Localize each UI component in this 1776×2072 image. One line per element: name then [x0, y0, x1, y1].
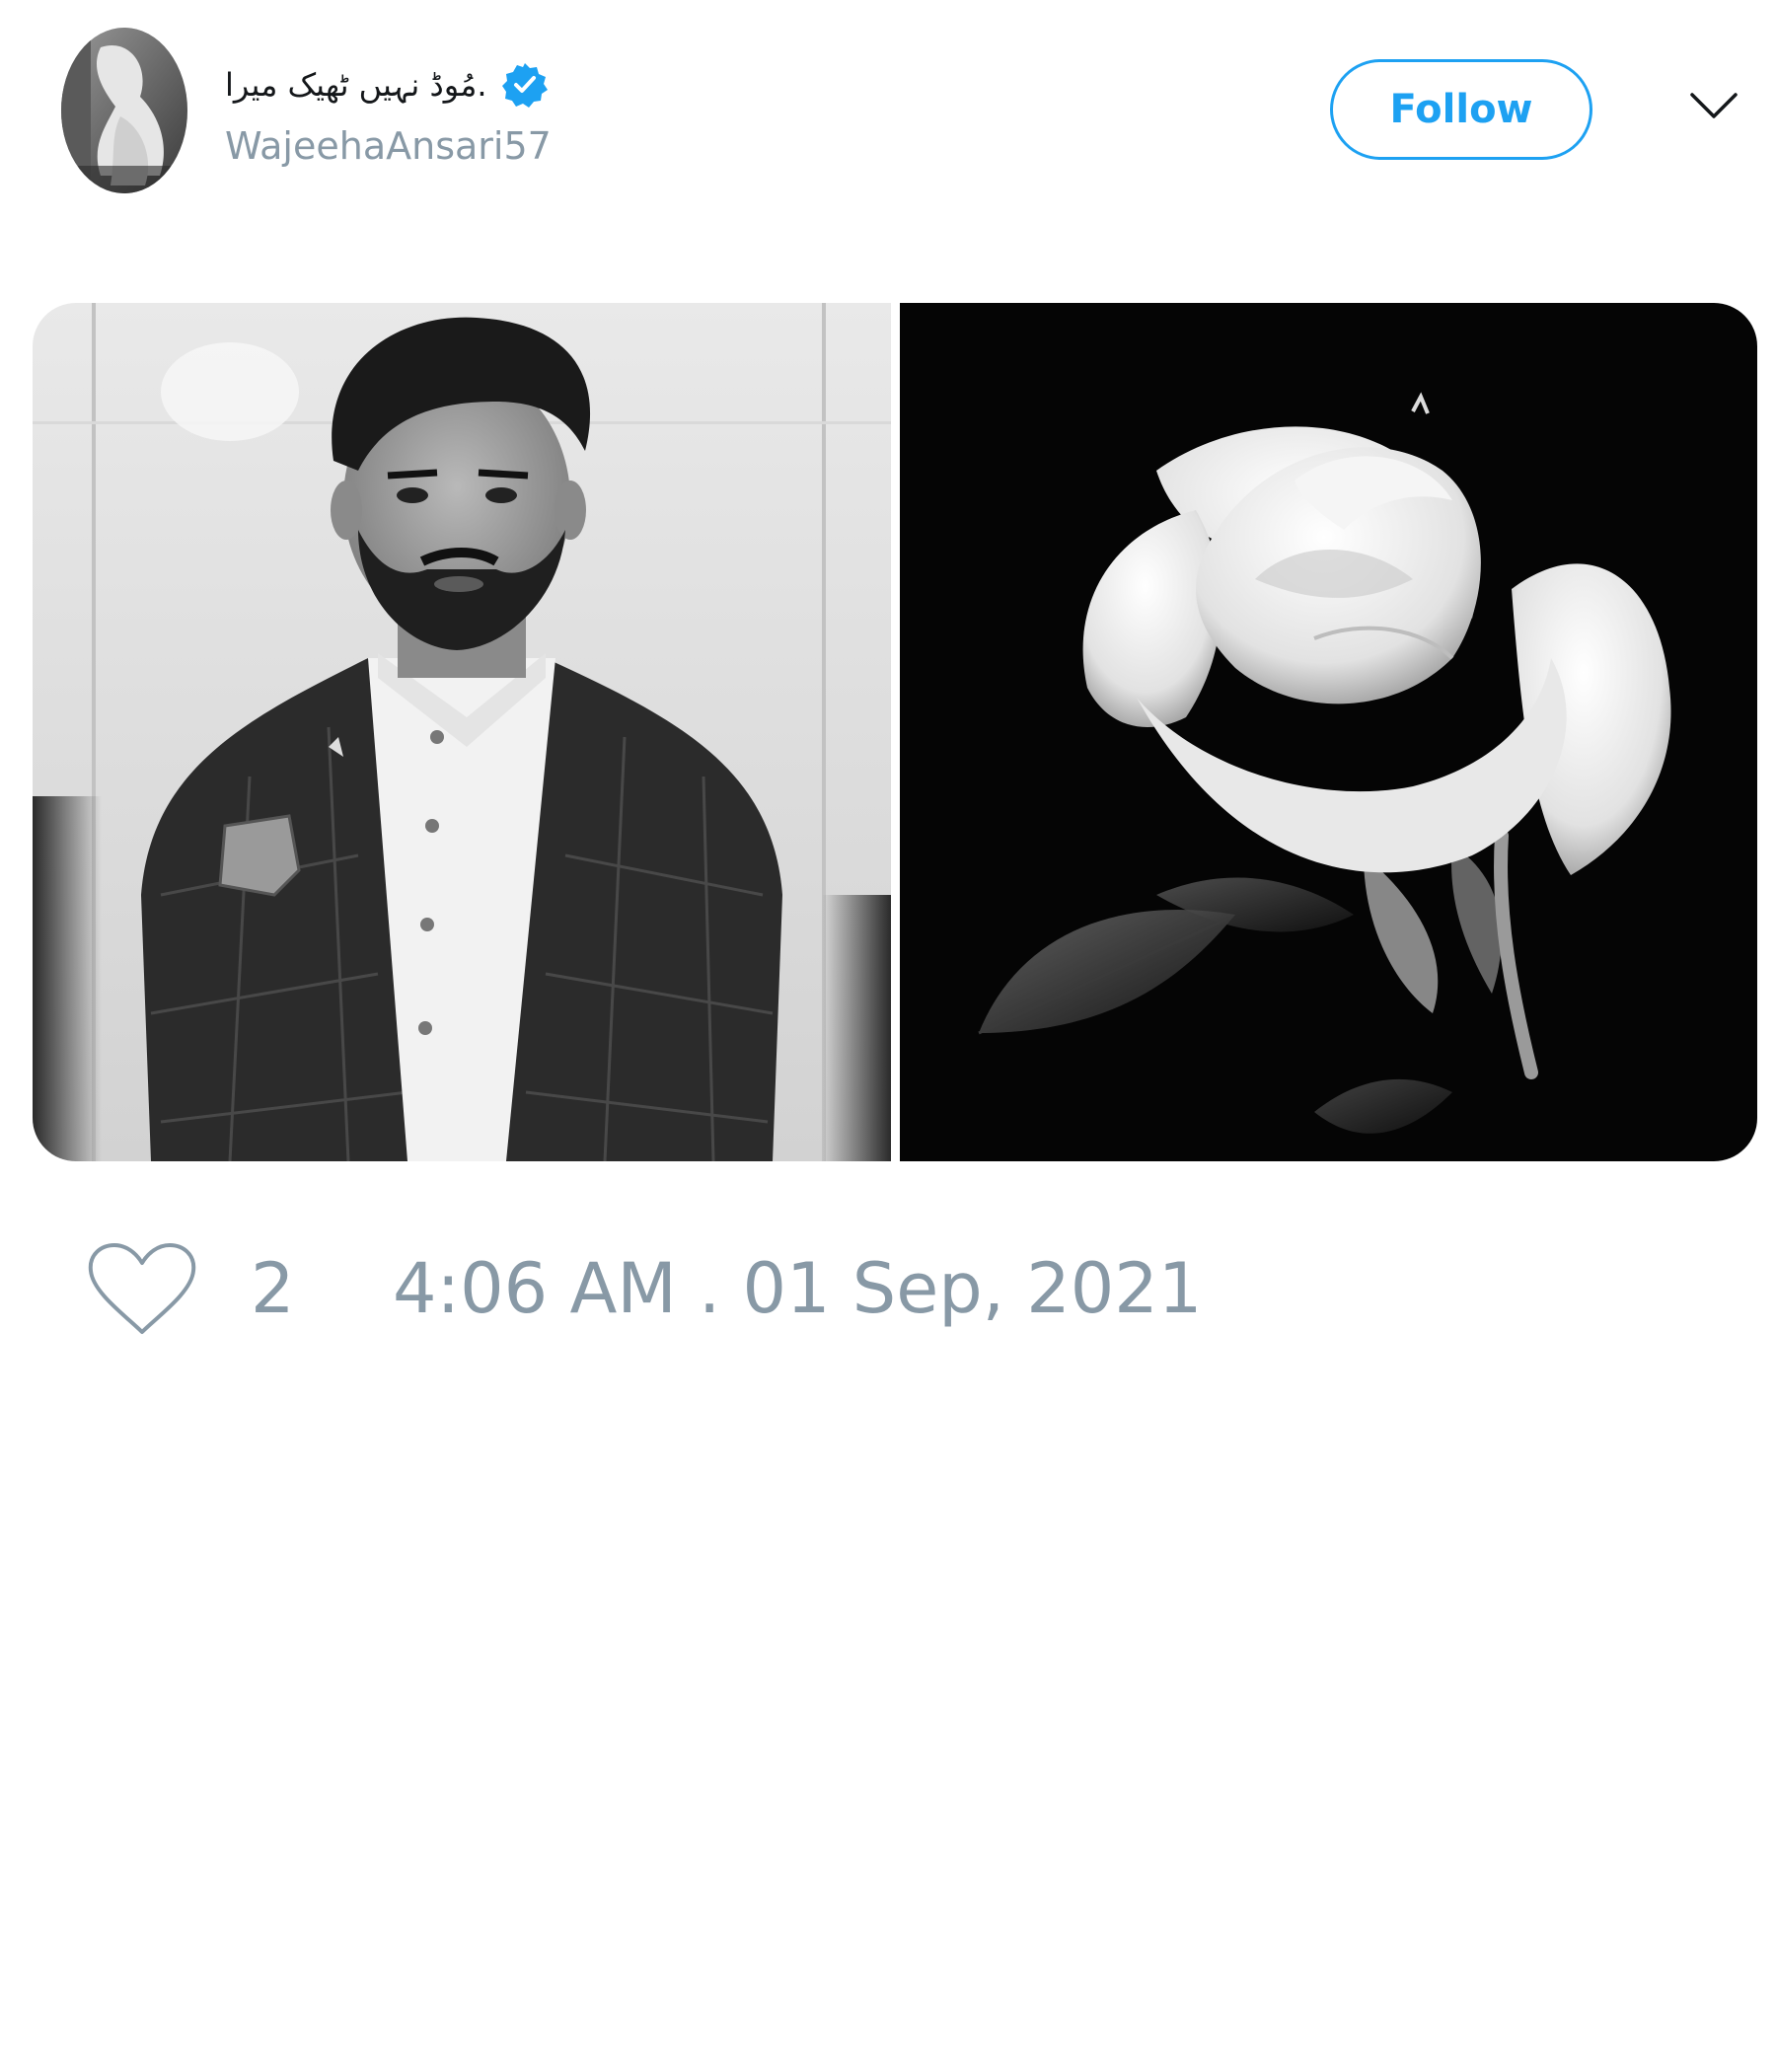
- tweet-media: [33, 303, 1757, 1161]
- username[interactable]: WajeehaAnsari57: [225, 124, 552, 168]
- display-name[interactable]: .مُوڈ نہیں ٹھیک میرا: [225, 66, 487, 104]
- chevron-down-icon[interactable]: [1689, 91, 1739, 120]
- tweet-embed: .مُوڈ نہیں ٹھیک میرا WajeehaAnsari57 Fol…: [0, 0, 1776, 2072]
- avatar-image: [61, 28, 187, 193]
- rose-image: [900, 303, 1757, 1161]
- portrait-image: [33, 303, 891, 1161]
- avatar[interactable]: [61, 28, 187, 193]
- like-count: 2: [251, 1248, 295, 1329]
- verified-badge-icon: [501, 63, 548, 108]
- author-name-row: .مُوڈ نہیں ٹھیک میرا: [225, 57, 549, 112]
- white-rose-photo[interactable]: [900, 303, 1757, 1161]
- heart-icon[interactable]: [87, 1241, 197, 1336]
- tweet-timestamp[interactable]: 4:06 AM . 01 Sep, 2021: [393, 1247, 1202, 1330]
- follow-button[interactable]: Follow: [1330, 59, 1592, 160]
- portrait-photo[interactable]: [33, 303, 891, 1161]
